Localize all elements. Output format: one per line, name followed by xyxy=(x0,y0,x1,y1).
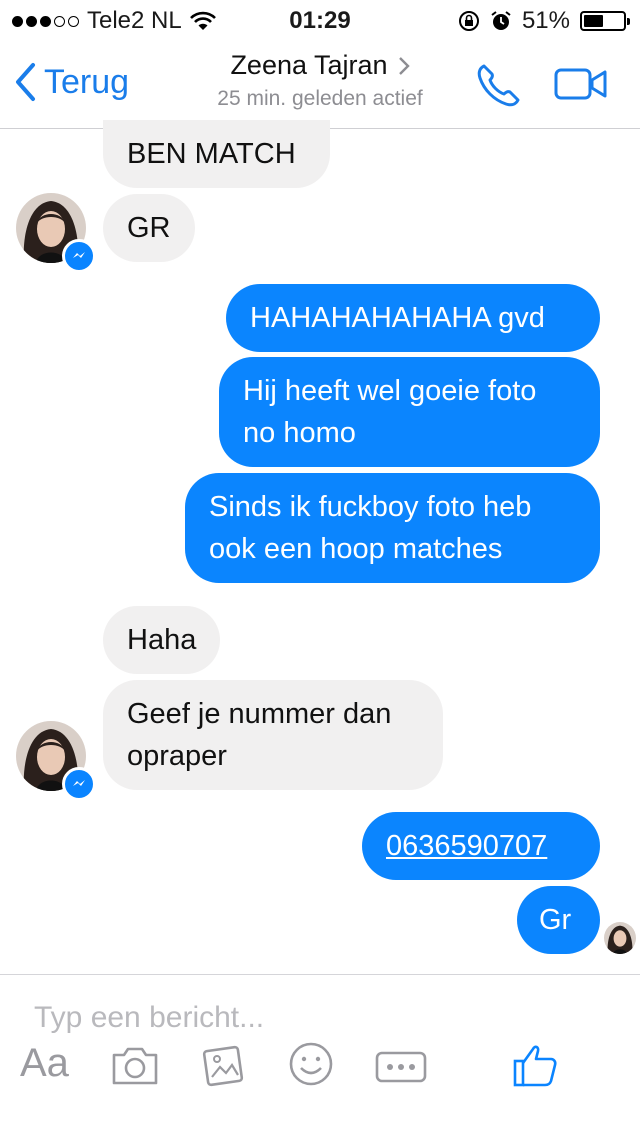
message-bubble-outgoing[interactable]: HAHAHAHAHAHA gvd xyxy=(226,284,600,352)
message-text: HAHAHAHAHAHA gvd xyxy=(250,302,545,334)
status-right: 51% xyxy=(458,7,630,35)
battery-percent: 51% xyxy=(521,7,570,34)
alarm-icon xyxy=(491,11,511,30)
status-bar: Tele2 NL 01:29 51% xyxy=(0,0,640,40)
smiley-icon[interactable] xyxy=(288,1041,334,1087)
message-text-line: opraper xyxy=(127,740,227,772)
message-text: Gr xyxy=(539,904,572,936)
message-text-line: Hij heeft wel goeie foto xyxy=(243,375,537,407)
chevron-right-icon xyxy=(398,56,410,75)
message-text-line: Geef je nummer dan xyxy=(127,698,392,730)
thumbs-up-icon[interactable] xyxy=(511,1041,559,1089)
messenger-badge-icon xyxy=(62,767,96,801)
photo-icon[interactable] xyxy=(200,1041,248,1089)
battery-icon xyxy=(580,11,630,31)
message-composer: Typ een bericht... Aa xyxy=(0,974,640,1137)
battery-level xyxy=(584,15,603,27)
message-text: GR xyxy=(127,212,171,244)
read-receipt-avatar xyxy=(604,922,636,954)
message-bubble-outgoing[interactable]: Sinds ik fuckboy foto heb ook een hoop m… xyxy=(185,473,600,583)
camera-icon[interactable] xyxy=(110,1045,160,1087)
message-text: BEN MATCH xyxy=(127,138,296,170)
conversation-header: Terug Zeena Tajran 25 min. geleden actie… xyxy=(0,40,640,129)
contact-title[interactable]: Zeena Tajran 25 min. geleden actief xyxy=(0,50,640,111)
phone-icon[interactable] xyxy=(474,62,522,110)
message-bubble-outgoing[interactable]: Hij heeft wel goeie foto no homo xyxy=(219,357,600,467)
contact-name: Zeena Tajran xyxy=(230,50,388,80)
phone-number-link[interactable]: 0636590707 xyxy=(386,830,547,862)
message-bubble-outgoing[interactable]: Gr xyxy=(517,886,600,954)
message-text-line: ook een hoop matches xyxy=(209,533,503,565)
video-icon[interactable] xyxy=(554,68,608,100)
message-bubble-outgoing[interactable]: 0636590707 xyxy=(362,812,600,880)
text-format-button[interactable]: Aa xyxy=(20,1041,69,1086)
orientation-lock-icon xyxy=(458,11,479,31)
message-text-line: no homo xyxy=(243,417,356,449)
message-bubble-incoming[interactable]: Haha xyxy=(103,606,221,674)
message-text: Haha xyxy=(127,624,197,656)
message-input[interactable]: Typ een bericht... xyxy=(34,1001,264,1035)
activity-status: 25 min. geleden actief xyxy=(217,87,423,110)
more-icon[interactable] xyxy=(375,1051,427,1083)
messenger-badge-icon xyxy=(62,239,96,273)
message-bubble-incoming[interactable]: BEN MATCH xyxy=(103,120,330,188)
message-bubble-incoming[interactable]: Geef je nummer dan opraper xyxy=(103,680,443,790)
message-bubble-incoming[interactable]: GR xyxy=(103,194,195,262)
message-text-line: Sinds ik fuckboy foto heb xyxy=(209,491,532,523)
